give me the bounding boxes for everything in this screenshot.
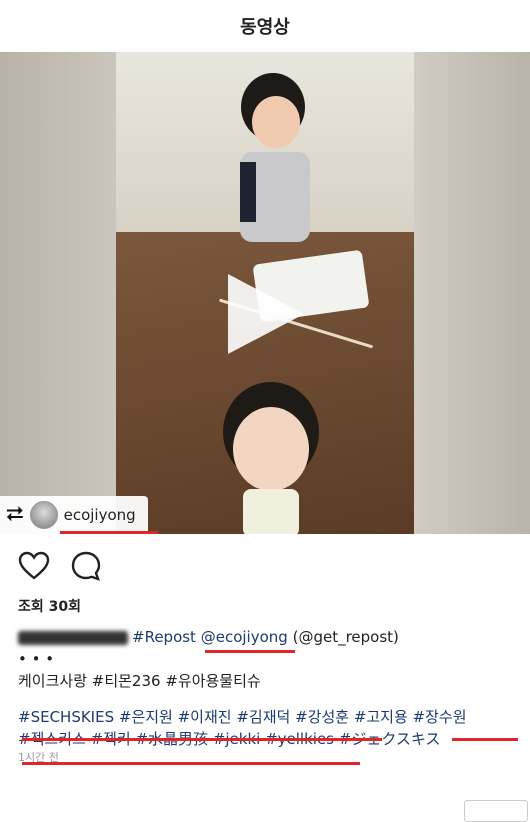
hashtag-repost[interactable]: #Repost xyxy=(132,628,196,646)
post-caption: #Repost @ecojiyong (@get_repost) • • • 케… xyxy=(18,626,518,750)
corner-button[interactable] xyxy=(464,800,528,822)
blurred-username xyxy=(18,630,128,645)
annotation-underline xyxy=(452,738,518,741)
video-blur-left xyxy=(0,52,116,534)
view-count: 조회 30회 xyxy=(18,599,81,615)
page-title: 동영상 xyxy=(240,17,290,38)
avatar xyxy=(29,501,58,529)
play-icon[interactable] xyxy=(228,274,304,354)
hashtag-line-1[interactable]: #SECHSKIES #은지원 #이재진 #김재덕 #강성훈 #고지용 #장수원 xyxy=(18,706,518,728)
video-player[interactable] xyxy=(0,52,530,534)
annotation-underline xyxy=(22,762,360,765)
child-figure xyxy=(240,73,310,242)
caption-line-3: 케이크사랑 #티몬236 #유아용물티슈 xyxy=(18,672,261,690)
toddler-figure xyxy=(223,382,319,534)
heart-icon[interactable] xyxy=(18,550,50,582)
post-timestamp: 1시간 전 xyxy=(18,751,59,764)
repost-badge[interactable]: ⮂ ecojiyong xyxy=(0,496,148,534)
annotation-underline xyxy=(22,738,382,741)
mention-link[interactable]: @ecojiyong xyxy=(201,628,288,646)
page-header: 동영상 xyxy=(0,0,530,52)
repost-username[interactable]: ecojiyong xyxy=(64,506,136,524)
annotation-underline xyxy=(60,531,158,534)
annotation-underline xyxy=(205,650,295,653)
repost-icon: ⮂ xyxy=(6,502,24,527)
via-text: (@get_repost) xyxy=(292,628,399,646)
video-blur-right xyxy=(414,52,530,534)
comment-bubble-icon[interactable] xyxy=(70,550,102,582)
action-bar xyxy=(18,550,102,582)
